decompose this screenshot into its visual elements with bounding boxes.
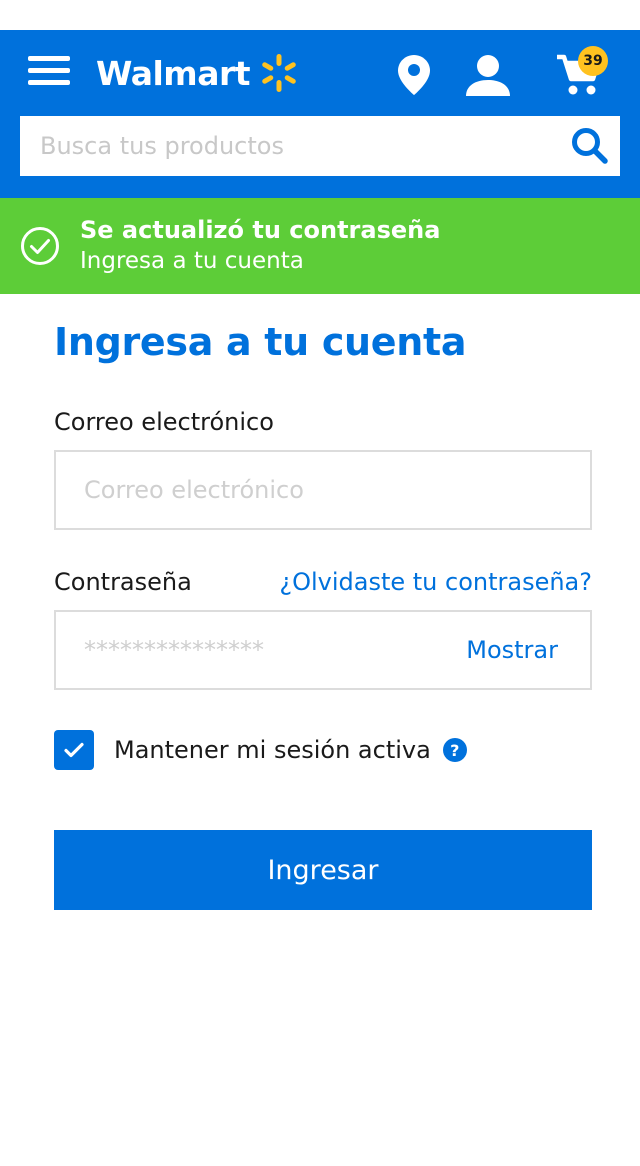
help-icon[interactable]: ? (442, 738, 467, 762)
menu-button[interactable] (28, 56, 72, 90)
account-button[interactable] (462, 50, 514, 100)
spark-icon (262, 54, 296, 92)
menu-icon-bar (28, 56, 70, 61)
success-banner: Se actualizó tu contraseña Ingresa a tu … (0, 198, 640, 294)
status-bar (0, 0, 640, 30)
password-label: Contraseña (54, 568, 192, 596)
check-circle-icon (21, 227, 59, 265)
password-field[interactable] (56, 612, 467, 688)
password-field-wrapper: Mostrar (54, 610, 592, 690)
logo-text: Walmart (96, 53, 251, 93)
search-bar (20, 116, 620, 176)
email-field[interactable] (56, 452, 590, 528)
cart-count-badge: 39 (578, 46, 608, 76)
page-title: Ingresa a tu cuenta (54, 320, 467, 364)
menu-icon-bar (28, 68, 70, 73)
forgot-password-link[interactable]: ¿Olvidaste tu contraseña? (279, 568, 592, 596)
email-field-wrapper (54, 450, 592, 530)
banner-title: Se actualizó tu contraseña (80, 216, 441, 244)
search-icon (572, 128, 608, 164)
location-pin-icon (398, 55, 430, 95)
checkmark-icon (64, 742, 84, 758)
remember-me-label: Mantener mi sesión activa (114, 736, 431, 764)
walmart-logo[interactable]: Walmart (96, 50, 300, 96)
top-header: Walmart 39 (0, 30, 640, 198)
remember-me-checkbox[interactable] (54, 730, 94, 770)
cart-button[interactable]: 39 (552, 46, 608, 100)
show-password-button[interactable]: Mostrar (466, 636, 590, 664)
user-icon (466, 55, 510, 96)
store-location-button[interactable] (388, 50, 440, 100)
menu-icon-bar (28, 80, 70, 85)
email-label: Correo electrónico (54, 408, 274, 436)
remember-me-row: Mantener mi sesión activa ? (54, 730, 467, 770)
search-button[interactable] (560, 116, 620, 176)
banner-subtitle: Ingresa a tu cuenta (80, 248, 304, 274)
login-button[interactable]: Ingresar (54, 830, 592, 910)
search-input[interactable] (20, 116, 560, 176)
